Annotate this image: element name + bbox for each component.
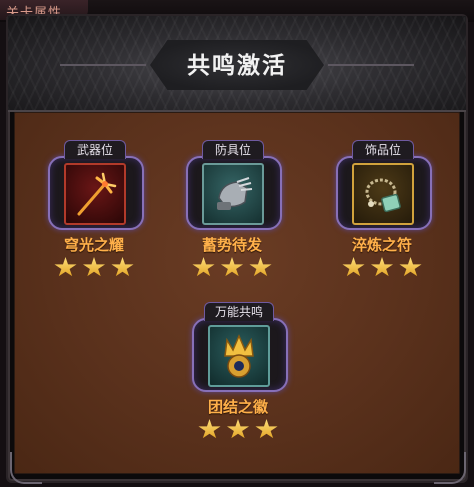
slot-name: 团结之徽	[207, 398, 268, 416]
star-icon	[220, 257, 244, 277]
star-icon	[111, 257, 134, 277]
banner-divider-right	[328, 64, 414, 66]
crown-emblem-icon	[224, 334, 254, 378]
slot-tag: 饰品位	[352, 140, 414, 159]
star-icon	[249, 257, 272, 277]
slot-universal[interactable]: 万能共鸣 团结之徽	[186, 302, 290, 452]
dialog-title: 共鸣激活	[187, 53, 287, 79]
gauntlet-icon	[217, 177, 253, 210]
slot-weapon[interactable]: 武器位 穹光之耀	[42, 140, 146, 290]
star-rating	[198, 419, 278, 441]
slot-icon-box	[352, 163, 414, 225]
slot-tag: 武器位	[64, 140, 126, 159]
slot-icon-box	[64, 163, 126, 225]
slot-name: 穹光之耀	[63, 236, 124, 254]
slot-name: 蓄势待发	[201, 236, 262, 254]
slot-tag: 防具位	[202, 140, 264, 159]
star-icon	[54, 257, 77, 277]
star-icon	[82, 257, 106, 277]
star-icon	[226, 419, 250, 439]
corner-ornament-right	[434, 452, 466, 484]
star-icon	[399, 257, 422, 277]
star-icon	[370, 257, 394, 277]
slot-accessory[interactable]: 饰品位 淬炼之符	[330, 140, 434, 290]
banner-divider-left	[60, 64, 146, 66]
star-rating	[192, 257, 272, 279]
star-rating	[342, 257, 422, 279]
bead-talisman-icon	[365, 178, 401, 213]
star-rating	[54, 257, 134, 279]
slot-icon-box	[202, 163, 264, 225]
corner-ornament-left	[10, 452, 42, 484]
trident-icon	[77, 172, 117, 216]
slot-tag: 万能共鸣	[204, 302, 274, 321]
star-icon	[198, 419, 221, 439]
slot-armor[interactable]: 防具位 蓄势待发	[180, 140, 284, 290]
slot-icon-box	[208, 325, 270, 387]
slot-name: 淬炼之符	[351, 236, 412, 254]
star-icon	[342, 257, 365, 277]
star-icon	[192, 257, 215, 277]
star-icon	[255, 419, 278, 439]
